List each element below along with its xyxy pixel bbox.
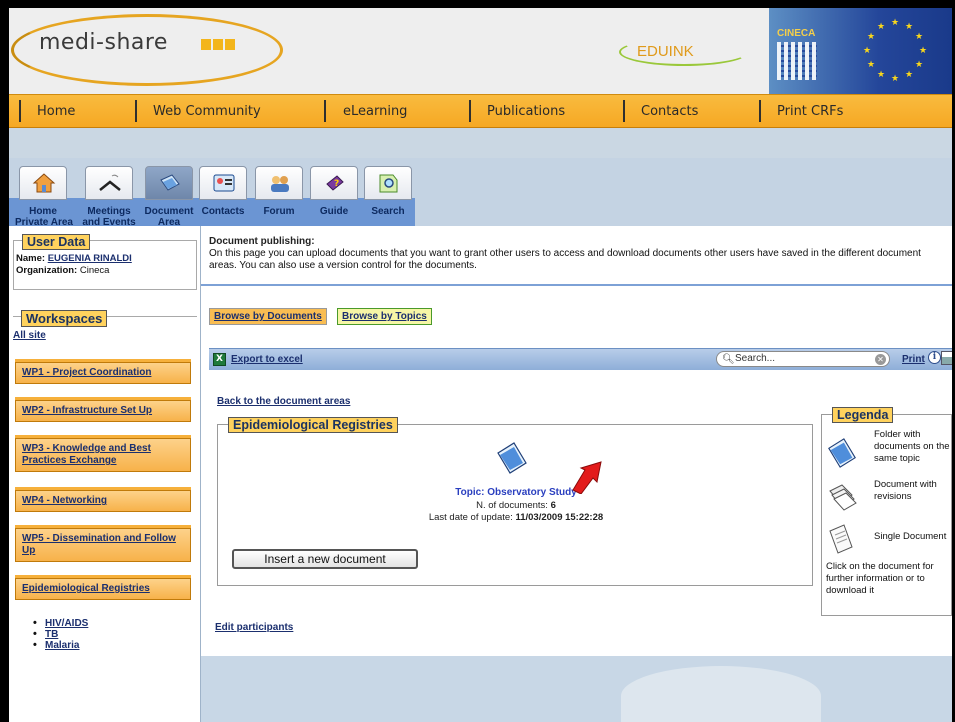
document-revisions-icon bbox=[829, 484, 857, 511]
area-tabs: Home Private Area Meetings and Events Do… bbox=[9, 158, 952, 228]
sublist-item-malaria[interactable]: Malaria bbox=[33, 640, 88, 651]
search-icon bbox=[379, 174, 398, 193]
workspaces-title: Workspaces bbox=[21, 310, 108, 327]
document-area-icon bbox=[160, 174, 180, 191]
edulink-logo-text: EDUINK bbox=[637, 43, 694, 60]
topic-link[interactable]: Topic: Observatory Study bbox=[218, 487, 814, 498]
legend-single-text: Single Document bbox=[874, 531, 947, 542]
registry-sublist: HIV/AIDS TB Malaria bbox=[33, 618, 88, 651]
cineca-logo-icon bbox=[777, 42, 817, 80]
nav-web-community[interactable]: Web Community bbox=[153, 104, 261, 119]
tab-guide[interactable]: ? Guide bbox=[309, 166, 359, 217]
clear-search-icon[interactable]: ✕ bbox=[875, 354, 886, 365]
guide-icon: ? bbox=[326, 175, 344, 191]
cineca-eu-banner: CINECA ★ ★ ★ ★ ★ ★ ★ ★ ★ ★ ★ ★ bbox=[769, 8, 952, 94]
edulink-logo: EDUINK bbox=[619, 38, 759, 68]
user-name-link[interactable]: EUGENIA RINALDI bbox=[48, 253, 132, 264]
tab-document-area[interactable]: Document Area bbox=[141, 166, 197, 228]
legend-footer-text: Click on the document for further inform… bbox=[826, 561, 934, 596]
back-to-document-areas-link[interactable]: Back to the document areas bbox=[217, 396, 350, 407]
print-link[interactable]: Print bbox=[902, 354, 925, 365]
left-sidebar: User Data Name: EUGENIA RINALDI Organiza… bbox=[9, 226, 201, 722]
topic-panel: Epidemiological Registries Topic: Observ… bbox=[217, 417, 814, 586]
magnifier-icon: 🔍︎ bbox=[722, 354, 735, 365]
sublist-item-tb[interactable]: TB bbox=[33, 629, 88, 640]
nav-contacts[interactable]: Contacts bbox=[641, 104, 698, 119]
tab-meetings-and-events[interactable]: Meetings and Events bbox=[79, 166, 139, 228]
logo-block bbox=[213, 39, 223, 50]
search-input[interactable]: 🔍︎ Search... ✕ bbox=[716, 351, 890, 367]
logo-block bbox=[201, 39, 211, 50]
section-title: Epidemiological Registries bbox=[228, 417, 398, 433]
tab-forum[interactable]: Forum bbox=[251, 166, 307, 217]
contacts-icon bbox=[213, 174, 235, 192]
forum-icon bbox=[271, 176, 289, 192]
info-icon[interactable]: i bbox=[928, 351, 941, 364]
browse-by-documents-tab[interactable]: Browse by Documents bbox=[209, 308, 327, 325]
printer-icon[interactable] bbox=[941, 351, 952, 365]
excel-icon[interactable]: X bbox=[213, 353, 226, 366]
legend-title: Legenda bbox=[832, 407, 894, 423]
documents-count: N. of documents: 6 bbox=[476, 500, 556, 511]
search-placeholder: Search... bbox=[735, 353, 776, 364]
folder-legend-icon bbox=[828, 438, 856, 468]
all-site-link[interactable]: All site bbox=[13, 330, 46, 341]
workspace-wp2[interactable]: WP2 - Infrastructure Set Up bbox=[15, 397, 191, 422]
organization-value: Cineca bbox=[79, 265, 110, 276]
legend-revisions-text: Document with revisions bbox=[874, 479, 937, 502]
tab-home-private-area[interactable]: Home Private Area bbox=[15, 166, 73, 228]
workspace-wp5[interactable]: WP5 - Dissemination and Follow Up bbox=[15, 525, 191, 562]
workspace-wp4[interactable]: WP4 - Networking bbox=[15, 487, 191, 512]
last-update: Last date of update: 11/03/2009 15:22:28 bbox=[428, 512, 604, 523]
intro-title: Document publishing: bbox=[209, 236, 315, 247]
workspace-epidemiological-registries[interactable]: Epidemiological Registries bbox=[15, 575, 191, 600]
eu-flag-icon: ★ ★ ★ ★ ★ ★ ★ ★ ★ ★ ★ ★ bbox=[863, 18, 928, 84]
main-nav: Home Web Community eLearning Publication… bbox=[9, 94, 952, 128]
topic-folder-icon[interactable] bbox=[496, 441, 528, 475]
home-icon bbox=[32, 173, 56, 193]
intro-text: On this page you can upload documents th… bbox=[209, 248, 921, 271]
nav-publications[interactable]: Publications bbox=[487, 104, 565, 119]
main-content: Document publishing: On this page you ca… bbox=[201, 226, 952, 656]
tab-search[interactable]: Search bbox=[361, 166, 415, 217]
document-toolbar: X Export to excel 🔍︎ Search... ✕ Print i bbox=[209, 348, 952, 370]
nav-elearning[interactable]: eLearning bbox=[343, 104, 407, 119]
logo-block bbox=[225, 39, 235, 50]
cineca-logo-text: CINECA bbox=[777, 28, 816, 39]
user-data-title: User Data bbox=[22, 234, 91, 250]
single-document-icon bbox=[829, 524, 853, 554]
nav-print-crfs[interactable]: Print CRFs bbox=[777, 104, 843, 119]
sublist-item-hiv-aids[interactable]: HIV/AIDS bbox=[33, 618, 88, 629]
red-arrow-icon bbox=[572, 461, 602, 494]
legend-panel: Legenda Folder with documents on the sam… bbox=[821, 407, 952, 616]
workspace-wp3[interactable]: WP3 - Knowledge and Best Practices Excha… bbox=[15, 435, 191, 472]
edit-participants-link[interactable]: Edit participants bbox=[215, 622, 293, 633]
browse-by-topics-tab[interactable]: Browse by Topics bbox=[337, 308, 432, 325]
workspace-wp1[interactable]: WP1 - Project Coordination bbox=[15, 359, 191, 384]
export-to-excel-link[interactable]: Export to excel bbox=[231, 354, 303, 365]
insert-new-document-button[interactable]: Insert a new document bbox=[232, 549, 418, 569]
site-logo[interactable]: medi-share bbox=[39, 30, 168, 55]
legend-folder-text: Folder with documents on the same topic bbox=[874, 429, 950, 464]
browser-frame: medi-share EDUINK CINECA ★ ★ ★ ★ ★ ★ ★ ★ ★ ★ ★ ★… bbox=[9, 8, 952, 722]
nav-home[interactable]: Home bbox=[37, 104, 75, 119]
tab-contacts[interactable]: Contacts bbox=[197, 166, 249, 217]
meetings-icon bbox=[99, 174, 121, 191]
site-header: medi-share EDUINK CINECA ★ ★ ★ ★ ★ ★ ★ ★ ★ ★ ★ ★ bbox=[9, 8, 952, 94]
page-background bbox=[201, 656, 952, 722]
user-data-panel: User Data Name: EUGENIA RINALDI Organiza… bbox=[13, 234, 197, 290]
svg-text:?: ? bbox=[334, 179, 339, 189]
